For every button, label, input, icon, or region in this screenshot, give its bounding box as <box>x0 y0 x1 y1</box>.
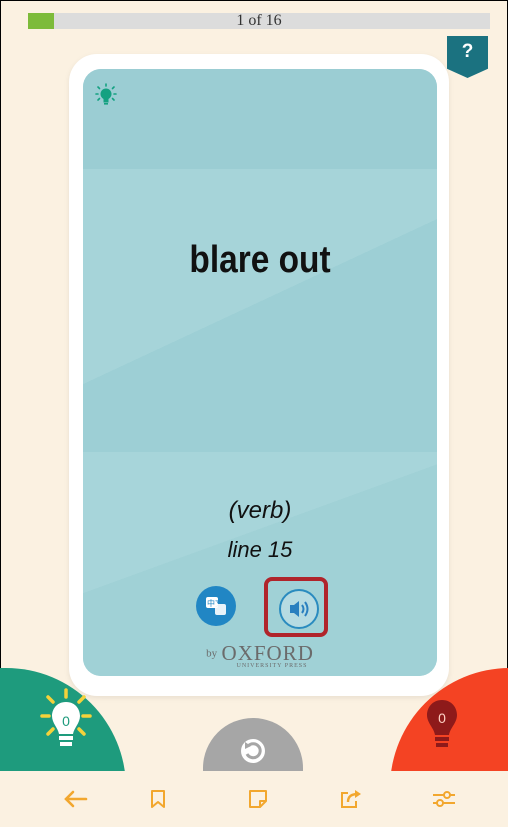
nav-back[interactable] <box>50 771 100 827</box>
publisher-sub: UNIVERSITY PRESS <box>236 663 308 669</box>
speaker-icon <box>290 601 309 617</box>
flashcard[interactable]: blare out (verb) line 15 中文 by OXFORD UN… <box>83 69 437 676</box>
publisher-name: OXFORD <box>221 641 314 665</box>
audio-button[interactable] <box>279 589 319 629</box>
bottom-toolbar <box>0 771 508 827</box>
translate-icon: 中文 <box>206 597 226 615</box>
card-band-middle <box>83 169 437 452</box>
unknown-count: 0 <box>438 710 446 726</box>
publisher-by: by <box>206 647 218 660</box>
nav-bookmark[interactable] <box>133 771 183 827</box>
settings-sliders-icon <box>433 791 455 807</box>
part-of-speech: (verb) <box>228 497 292 524</box>
card-word: blare out <box>189 239 331 281</box>
dim-lightbulb-icon <box>427 700 457 747</box>
bookmark-icon <box>151 790 165 808</box>
nav-settings[interactable] <box>419 771 469 827</box>
nav-note[interactable] <box>233 771 283 827</box>
nav-share[interactable] <box>326 771 376 827</box>
progress-text: 1 of 16 <box>236 12 282 29</box>
publisher-logo: by OXFORD UNIVERSITY PRESS <box>83 641 437 669</box>
share-icon <box>341 790 361 808</box>
known-count: 0 <box>62 713 70 729</box>
card-band-top <box>83 69 437 169</box>
lightbulb-hint-icon[interactable] <box>95 83 117 109</box>
back-arrow-icon <box>64 790 88 808</box>
note-icon <box>249 790 267 808</box>
translate-button[interactable]: 中文 <box>196 586 236 626</box>
progress-bar: 1 of 16 <box>28 13 490 29</box>
line-reference: line 15 <box>227 537 293 562</box>
flip-icon <box>241 739 265 763</box>
audio-highlight <box>264 577 328 637</box>
